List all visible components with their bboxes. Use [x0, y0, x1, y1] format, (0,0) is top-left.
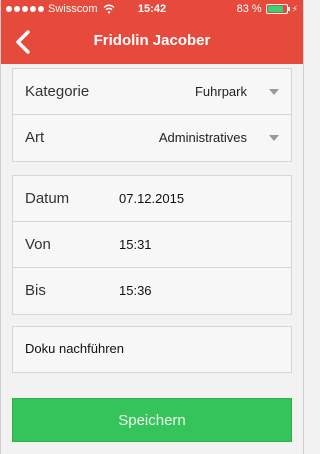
doku-row[interactable]: Doku nachführen	[13, 327, 291, 372]
art-select[interactable]: Art Administratives	[13, 115, 291, 161]
navigation-bar: Fridolin Jacober	[1, 20, 303, 64]
kategorie-label: Kategorie	[25, 83, 90, 100]
save-button[interactable]: Speichern	[12, 398, 292, 442]
classification-card: Kategorie Fuhrpark Art Administratives	[12, 68, 292, 162]
kategorie-select[interactable]: Kategorie Fuhrpark	[13, 69, 291, 115]
status-bar: Swisscom 15:42 83 % ⚡	[1, 0, 303, 20]
art-value: Administratives	[158, 130, 247, 145]
dropdown-caret-icon	[269, 135, 279, 141]
datum-label: Datum	[25, 190, 70, 207]
art-label: Art	[25, 129, 45, 146]
charging-bolt-icon: ⚡	[291, 3, 298, 14]
von-value: 15:31	[119, 237, 152, 252]
battery-fill	[267, 6, 283, 12]
time-entry-card: Datum 07.12.2015 Von 15:31 Bis 15:36	[12, 175, 292, 315]
bis-value: 15:36	[119, 283, 152, 298]
doku-card: Doku nachführen	[12, 326, 292, 373]
kategorie-value: Fuhrpark	[194, 84, 247, 99]
doku-label: Doku nachführen	[25, 341, 125, 356]
battery-icon	[265, 4, 290, 14]
battery-percent: 83 %	[236, 3, 262, 15]
dropdown-caret-icon	[269, 89, 279, 95]
bis-row[interactable]: Bis 15:36	[13, 268, 291, 314]
page-title: Fridolin Jacober	[93, 32, 211, 49]
von-row[interactable]: Von 15:31	[13, 222, 291, 268]
bis-label: Bis	[25, 282, 46, 299]
battery-group: 83 % ⚡	[237, 3, 298, 15]
datum-row[interactable]: Datum 07.12.2015	[13, 176, 291, 222]
datum-value: 07.12.2015	[119, 191, 185, 206]
von-label: Von	[25, 236, 51, 253]
